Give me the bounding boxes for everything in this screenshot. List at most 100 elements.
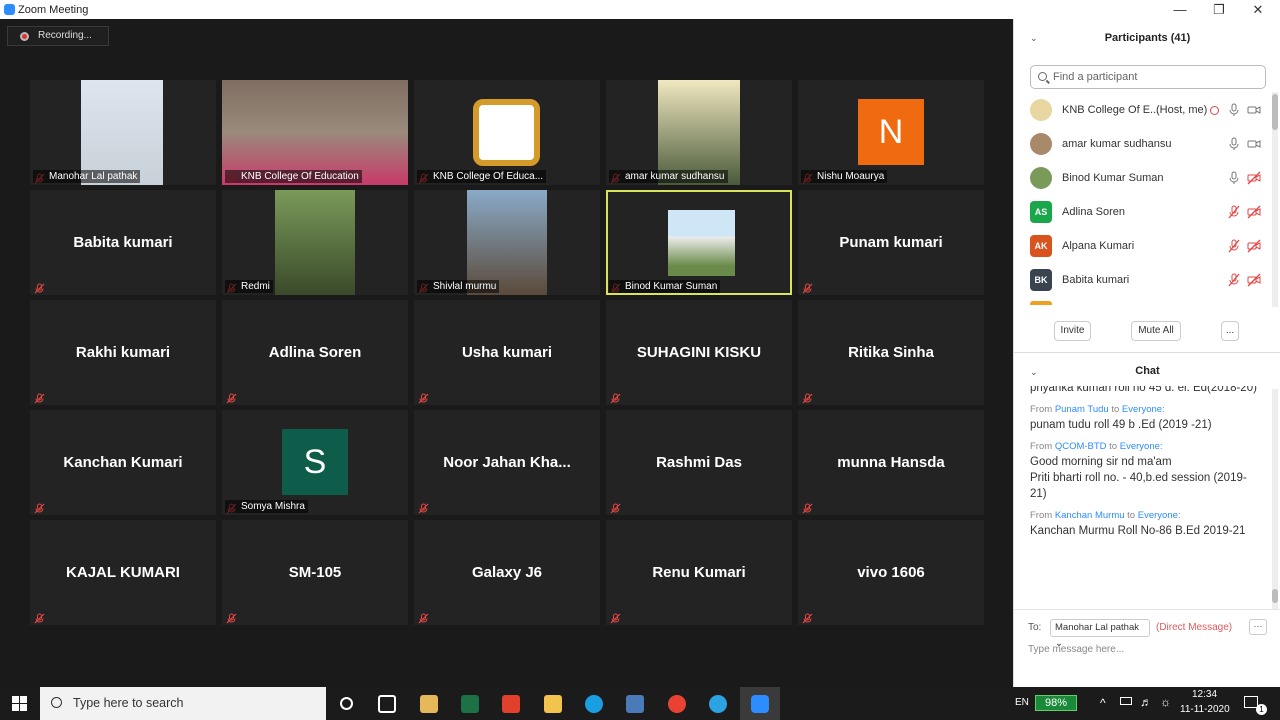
participant-tile[interactable]: KNB College Of Education [222,80,408,185]
chat-message-text: punam tudu roll 49 b .Ed (2019 -21) [1030,419,1212,431]
mute-all-button[interactable]: Mute All [1131,321,1181,341]
participant-row[interactable]: Binod Kumar Suman [1030,163,1268,193]
participant-tile[interactable]: Rashmi Das [606,410,792,515]
participants-scrollbar[interactable] [1272,92,1278,307]
wifi-icon[interactable]: ☼ [1160,695,1171,709]
participant-tile[interactable]: munna Hansda [798,410,984,515]
participant-row-name: KNB College Of E... [1062,104,1160,116]
muted-mic-icon[interactable] [1227,273,1241,287]
participant-tile[interactable]: Manohar Lal pathak [30,80,216,185]
participant-tile[interactable]: Binod Kumar Suman [606,190,792,295]
to-word: to [1111,404,1120,415]
participant-tile[interactable]: S Somya Mishra [222,410,408,515]
participant-tile[interactable]: Shivlal murmu [414,190,600,295]
battery-icon[interactable] [1120,697,1132,705]
close-button[interactable]: ✕ [1238,0,1278,19]
muted-mic-icon [34,281,45,294]
video-off-icon[interactable] [1247,239,1261,253]
video-off-icon[interactable] [1247,273,1261,287]
recording-indicator[interactable]: Recording... [7,26,109,46]
participant-tile[interactable]: Punam kumari [798,190,984,295]
muted-mic-icon[interactable] [1227,239,1241,253]
participant-tile[interactable]: Rakhi kumari [30,300,216,405]
participant-tile[interactable]: Renu Kumari [606,520,792,625]
sender-name[interactable]: Kanchan Murmu [1055,510,1125,521]
zoom-taskbar-button[interactable] [740,687,780,720]
clock-time[interactable]: 12:34 [1192,689,1217,700]
edge-icon[interactable] [585,695,603,713]
participant-tile[interactable]: Adlina Soren [222,300,408,405]
participant-search-input[interactable]: Find a participant [1030,65,1266,89]
excel-icon[interactable] [461,695,479,713]
video-off-icon[interactable] [1247,205,1261,219]
participant-name: Kanchan Kumari [63,454,183,471]
participant-name: Rashmi Das [656,454,742,471]
windows-start-icon[interactable] [12,696,27,711]
muted-mic-icon [802,611,813,624]
app-icon[interactable] [626,695,644,713]
avatar [1030,133,1052,155]
video-off-icon[interactable] [1247,171,1261,185]
participant-tile[interactable]: Noor Jahan Kha... [414,410,600,515]
participant-tile[interactable]: Babita kumari [30,190,216,295]
participant-row[interactable]: BK Babita kumari [1030,265,1268,295]
participant-tile[interactable]: amar kumar sudhansu [606,80,792,185]
pdf-icon[interactable] [502,695,520,713]
chrome-icon[interactable] [668,695,686,713]
minimize-button[interactable]: — [1160,0,1200,19]
task-view-icon[interactable] [378,695,396,713]
muted-mic-icon [418,501,429,514]
participant-tile[interactable]: Usha kumari [414,300,600,405]
telegram-icon[interactable] [709,695,727,713]
participant-row[interactable]: amar kumar sudhansu [1030,129,1268,159]
battery-percent[interactable]: 98% [1035,695,1077,711]
taskbar-search-input[interactable]: Type here to search [40,687,326,720]
store-icon[interactable] [420,695,438,713]
sender-name[interactable]: Punam Tudu [1055,404,1109,415]
participant-name: SUHAGINI KISKU [636,344,762,361]
participant-tile[interactable]: KAJAL KUMARI [30,520,216,625]
chat-more-button[interactable]: ··· [1249,619,1267,635]
invite-button[interactable]: Invite [1054,321,1091,341]
language-indicator[interactable]: EN [1015,697,1029,708]
participant-row[interactable]: KNB College Of E... (Host, me) [1030,95,1268,125]
recipient-select[interactable]: Manohar Lal pathak ⌄ [1050,619,1150,649]
participant-name: Babita kumari [73,234,173,251]
participant-name: Noor Jahan Kha... [443,454,571,471]
avatar: S [282,429,348,495]
mic-icon[interactable] [1227,103,1241,117]
volume-icon[interactable]: ♬ [1140,695,1152,709]
participant-tile[interactable]: Redmi [222,190,408,295]
video-icon[interactable] [1247,103,1261,117]
file-explorer-icon[interactable] [544,695,562,713]
more-options-button[interactable]: ... [1221,321,1239,341]
mic-icon[interactable] [1227,171,1241,185]
cortana-icon[interactable] [340,697,353,710]
participant-tile[interactable]: SUHAGINI KISKU [606,300,792,405]
participant-tile[interactable]: Galaxy J6 [414,520,600,625]
chat-message-input[interactable]: Type message here... [1028,644,1124,655]
participant-tile[interactable]: Ritika Sinha [798,300,984,405]
muted-mic-icon[interactable] [1227,205,1241,219]
maximize-button[interactable]: ❐ [1199,0,1239,19]
chat-message: priyanka kumari roll no 45 d. el. Ed(201… [1030,386,1260,396]
chevron-up-icon[interactable]: ^ [1100,696,1106,710]
video-icon[interactable] [1247,137,1261,151]
participant-search-placeholder: Find a participant [1053,71,1138,83]
participant-tile[interactable]: KNB College Of Educa... [414,80,600,185]
chat-scrollbar[interactable] [1272,389,1278,609]
participant-tile[interactable]: SM-105 [222,520,408,625]
participant-row[interactable]: AK Alpana Kumari [1030,231,1268,261]
participant-tile[interactable]: vivo 1606 [798,520,984,625]
clock-date[interactable]: 11-11-2020 [1180,704,1230,715]
participant-tile[interactable]: N Nishu Moaurya [798,80,984,185]
divider [1014,352,1280,353]
participant-row[interactable]: AS Adlina Soren [1030,197,1268,227]
mic-icon[interactable] [1227,137,1241,151]
participant-tile[interactable]: Kanchan Kumari [30,410,216,515]
search-icon [51,697,62,708]
zoom-icon [751,695,769,713]
avatar: AK [1030,235,1052,257]
participant-row-name: Alpana Kumari [1062,240,1135,252]
sender-name[interactable]: QCOM-BTD [1055,441,1107,452]
